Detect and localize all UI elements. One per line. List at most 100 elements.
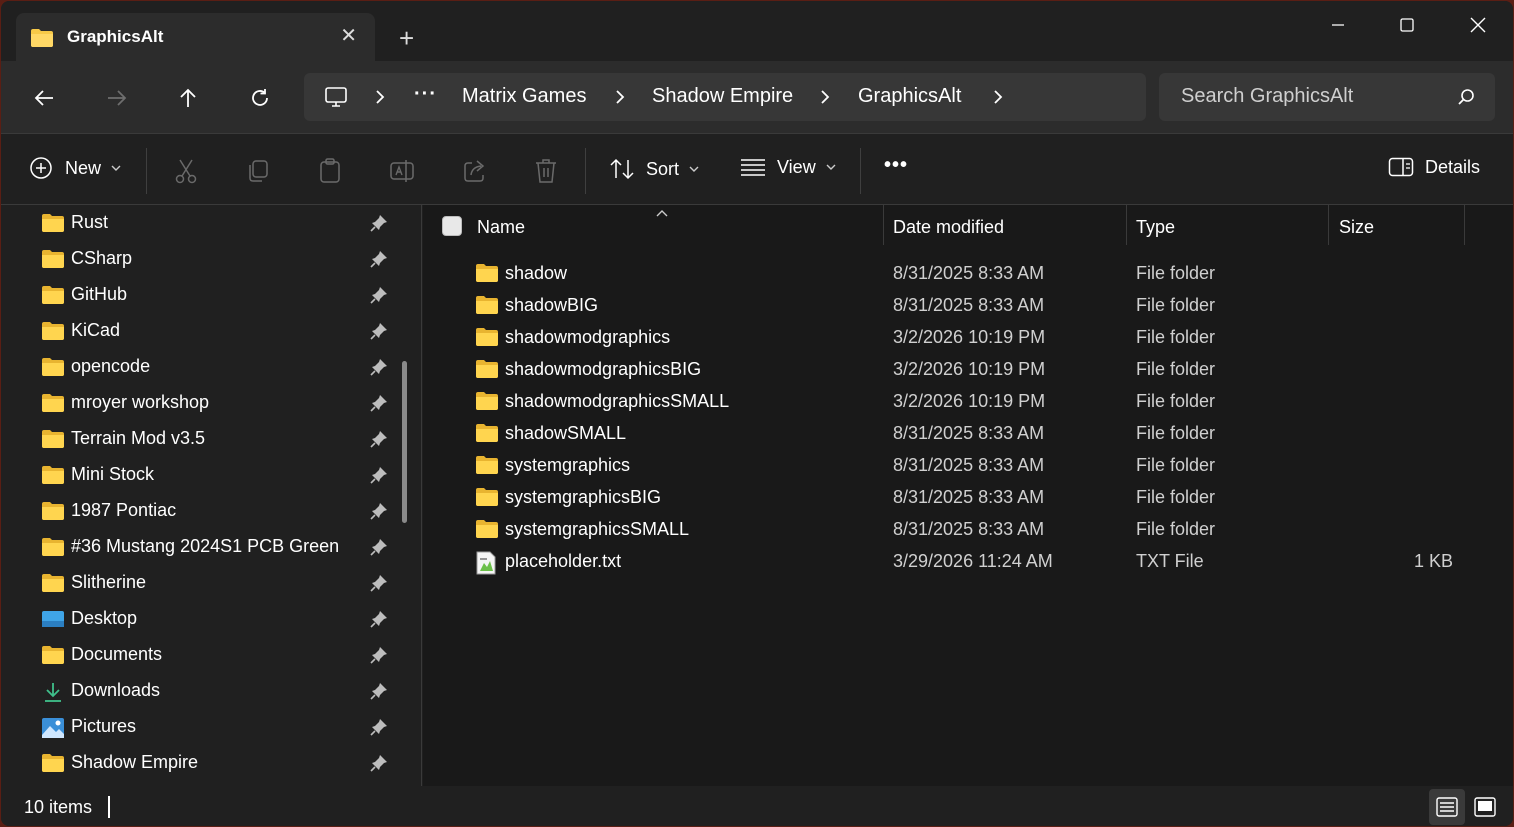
- refresh-button[interactable]: [247, 85, 273, 111]
- rename-icon[interactable]: [389, 158, 415, 189]
- more-options-button[interactable]: •••: [884, 154, 908, 177]
- column-divider[interactable]: [1464, 205, 1465, 245]
- chevron-right-icon[interactable]: [819, 87, 831, 112]
- pin-icon[interactable]: [370, 574, 388, 597]
- breadcrumb-matrix-games[interactable]: Matrix Games: [462, 85, 586, 108]
- share-icon[interactable]: [462, 158, 488, 189]
- pin-icon[interactable]: [370, 718, 388, 741]
- pin-icon[interactable]: [370, 394, 388, 417]
- file-row[interactable]: shadowBIG 8/31/2025 8:33 AM File folder: [423, 289, 1513, 321]
- details-button[interactable]: Details: [1388, 156, 1480, 178]
- column-type[interactable]: Type: [1136, 217, 1175, 238]
- sidebar-item-terrain-mod-v3-5[interactable]: Terrain Mod v3.5: [1, 421, 401, 457]
- tiles-view-icon: [1474, 797, 1496, 817]
- plus-circle-icon: [30, 157, 52, 179]
- file-row[interactable]: shadow 8/31/2025 8:33 AM File folder: [423, 257, 1513, 289]
- new-tab-button[interactable]: +: [399, 25, 414, 51]
- select-all-checkbox[interactable]: [442, 216, 462, 236]
- breadcrumb-graphicsalt[interactable]: GraphicsAlt: [858, 85, 961, 108]
- search-input[interactable]: Search GraphicsAlt: [1181, 85, 1353, 108]
- sidebar-item-pictures[interactable]: Pictures: [1, 709, 401, 745]
- column-divider[interactable]: [883, 205, 884, 245]
- minimize-button[interactable]: [1318, 11, 1358, 39]
- tab-graphicsalt[interactable]: GraphicsAlt ✕: [16, 13, 375, 61]
- breadcrumb-overflow[interactable]: ···: [414, 83, 437, 106]
- file-row[interactable]: placeholder.txt 3/29/2026 11:24 AM TXT Fil…: [423, 545, 1513, 577]
- sidebar-item-mroyer-workshop[interactable]: mroyer workshop: [1, 385, 401, 421]
- chevron-right-icon[interactable]: [992, 87, 1004, 112]
- large-icons-view-button[interactable]: [1467, 789, 1503, 825]
- sidebar-item-csharp[interactable]: CSharp: [1, 241, 401, 277]
- sidebar-item-label: Desktop: [71, 608, 138, 628]
- pin-icon[interactable]: [370, 250, 388, 273]
- pin-icon[interactable]: [370, 358, 388, 381]
- pin-icon[interactable]: [370, 682, 388, 705]
- pin-icon[interactable]: [370, 430, 388, 453]
- forward-button[interactable]: [104, 85, 130, 111]
- sidebar-item-label: mroyer workshop: [71, 392, 210, 412]
- folder-icon: [475, 359, 499, 384]
- arrow-right-icon: [108, 90, 127, 106]
- pin-icon[interactable]: [370, 754, 388, 777]
- file-date-modified: 3/2/2026 10:19 PM: [893, 391, 1046, 411]
- pin-icon[interactable]: [370, 502, 388, 525]
- file-row[interactable]: shadowmodgraphics 3/2/2026 10:19 PM File f…: [423, 321, 1513, 353]
- details-view-button[interactable]: [1429, 789, 1465, 825]
- up-button[interactable]: [175, 85, 201, 111]
- search-box[interactable]: Search GraphicsAlt: [1159, 73, 1495, 121]
- sidebar-item-downloads[interactable]: Downloads: [1, 673, 401, 709]
- breadcrumb-shadow-empire[interactable]: Shadow Empire: [652, 85, 793, 108]
- file-name: shadowBIG: [505, 295, 599, 315]
- pin-icon[interactable]: [370, 286, 388, 309]
- column-size[interactable]: Size: [1339, 217, 1374, 238]
- delete-icon[interactable]: [534, 158, 558, 189]
- tab-close-icon[interactable]: ✕: [340, 26, 357, 46]
- column-name[interactable]: Name: [477, 217, 525, 238]
- file-name: shadowmodgraphics: [505, 327, 671, 347]
- file-row[interactable]: systemgraphicsSMALL 8/31/2025 8:33 AM File…: [423, 513, 1513, 545]
- back-button[interactable]: [31, 85, 57, 111]
- sidebar-item-shadow-empire[interactable]: Shadow Empire: [1, 745, 401, 781]
- pin-icon[interactable]: [370, 322, 388, 345]
- folder-icon: [41, 213, 65, 238]
- close-window-button[interactable]: [1458, 11, 1498, 39]
- sidebar-item-label: Mini Stock: [71, 464, 155, 484]
- file-row[interactable]: shadowmodgraphicsBIG 3/2/2026 10:19 PM Fil…: [423, 353, 1513, 385]
- copy-icon[interactable]: [246, 158, 270, 189]
- sidebar-item-label: CSharp: [71, 248, 133, 268]
- sort-button[interactable]: Sort: [609, 156, 699, 182]
- cut-icon[interactable]: [174, 158, 198, 189]
- pin-icon[interactable]: [370, 646, 388, 669]
- sidebar-item-mini-stock[interactable]: Mini Stock: [1, 457, 401, 493]
- file-row[interactable]: shadowSMALL 8/31/2025 8:33 AM File folder: [423, 417, 1513, 449]
- sidebar-item-documents[interactable]: Documents: [1, 637, 401, 673]
- file-row[interactable]: systemgraphicsBIG 8/31/2025 8:33 AM File f…: [423, 481, 1513, 513]
- sidebar-item-github[interactable]: GitHub: [1, 277, 401, 313]
- paste-icon[interactable]: [318, 158, 342, 189]
- sidebar-item-desktop[interactable]: Desktop: [1, 601, 401, 637]
- new-button[interactable]: New: [29, 156, 121, 180]
- sidebar-item-opencode[interactable]: opencode: [1, 349, 401, 385]
- chevron-right-icon[interactable]: [374, 87, 386, 112]
- column-divider[interactable]: [1126, 205, 1127, 245]
- maximize-button[interactable]: [1387, 11, 1427, 39]
- pin-icon[interactable]: [370, 214, 388, 237]
- search-icon[interactable]: [1457, 88, 1475, 111]
- sidebar-item-rust[interactable]: Rust: [1, 205, 401, 241]
- file-row[interactable]: shadowmodgraphicsSMALL 3/2/2026 10:19 PM F…: [423, 385, 1513, 417]
- chevron-right-icon[interactable]: [614, 87, 626, 112]
- pin-icon[interactable]: [370, 538, 388, 561]
- pin-icon[interactable]: [370, 466, 388, 489]
- column-divider[interactable]: [1328, 205, 1329, 245]
- this-pc-icon[interactable]: [324, 85, 348, 114]
- address-bar[interactable]: ··· Matrix Games Shadow Empire GraphicsA…: [304, 73, 1146, 121]
- sidebar-item-1987-pontiac[interactable]: 1987 Pontiac: [1, 493, 401, 529]
- file-row[interactable]: systemgraphics 8/31/2025 8:33 AM File fold…: [423, 449, 1513, 481]
- sidebar-scrollbar[interactable]: [402, 361, 407, 523]
- sidebar-item-kicad[interactable]: KiCad: [1, 313, 401, 349]
- column-date-modified[interactable]: Date modified: [893, 217, 1004, 238]
- pin-icon[interactable]: [370, 610, 388, 633]
- view-button[interactable]: View: [740, 156, 836, 178]
- sidebar-item-slitherine[interactable]: Slitherine: [1, 565, 401, 601]
- sidebar-item-36-mustang-2024s1-pcb-green[interactable]: #36 Mustang 2024S1 PCB Green: [1, 529, 401, 565]
